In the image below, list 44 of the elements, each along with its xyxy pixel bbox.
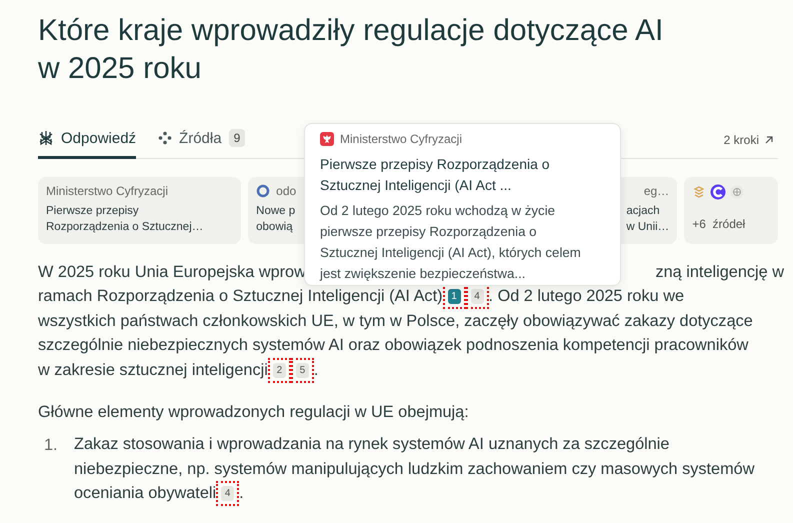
source-card[interactable]: Ministerstwo Cyfryzacji Pierwsze przepisy Rozporządzenia o Sztucznej… — [38, 177, 242, 244]
source-title: Pierwsze przepisy Rozporządzenia o Sztucznej… — [46, 204, 204, 235]
popup-snippet: Od 2 lutego 2025 roku wchodzą w życie pierwsze przepisy Rozporządzenia o Sztucznej Inteligencji (AI Act), których celem jest zwiększenie bezpieczeństwa... — [320, 202, 582, 283]
c-logo-icon — [710, 184, 726, 200]
answer-text: w zakresie sztucznej inteligencji — [38, 360, 268, 380]
source-title: acjach w Unii… — [626, 204, 670, 235]
source-card[interactable]: +6 źródeł — [684, 177, 778, 244]
source-name: Ministerstwo Cyfryzacji — [340, 132, 462, 146]
arrow-icon — [764, 135, 774, 145]
source-name: eg… — [644, 184, 670, 198]
answer-text: . — [239, 484, 244, 504]
citation-badge[interactable]: 4 — [221, 486, 234, 502]
source-name: odo — [276, 184, 296, 198]
answer-text: szczególnie niebezpiecznych systemów AI oraz obowiązek podnoszenia kompetencji pracowników — [38, 336, 748, 356]
answer-text: wszystkich państwach członkowskich UE, w tym w Polsce, zaczęły obowiązywać zakazy dotyczące — [38, 312, 753, 331]
answer-text: W 2025 roku Unia Europejska wprow — [38, 262, 306, 282]
dots-icon — [158, 131, 172, 145]
answer-text: oceniania obywateli — [74, 484, 216, 504]
list-number: 1. — [43, 434, 59, 456]
answer-text: niebezpieczne, np. systemów manipulujących ludzkim zachowaniem czy masowych systemów — [74, 460, 754, 479]
citation-badge[interactable]: 5 — [296, 362, 309, 378]
answer-text: . — [314, 360, 318, 380]
citation-badge[interactable]: 2 — [272, 362, 286, 378]
answer-text: . Od 2 lutego 2025 roku we — [488, 287, 684, 306]
answer-text: zną inteligencję w — [655, 262, 784, 282]
answer-text: Główne elementy wprowadzonych regulacji w UE obejmują: — [38, 402, 470, 422]
source-title: Nowe p obowią — [256, 204, 296, 235]
popup-title[interactable]: Pierwsze przepisy Rozporządzenia o Sztucznej Inteligencji (AI Act ... — [320, 154, 590, 196]
eagle-icon — [320, 132, 334, 146]
more-sources-label: +6 źródeł — [692, 217, 746, 231]
ring-icon — [256, 184, 270, 198]
spark-icon — [38, 130, 54, 146]
citation-badge[interactable]: 4 — [470, 289, 484, 304]
tab[interactable]: Odpowiedź — [38, 122, 136, 158]
steps-link[interactable]: 2 kroki — [724, 133, 774, 147]
source-name: Ministerstwo Cyfryzacji — [46, 184, 168, 198]
answer-text: ramach Rozporządzenia o Sztucznej Inteligencji (AI Act) — [38, 287, 443, 306]
globe-icon — [730, 185, 744, 199]
page-title: Które kraje wprowadziły regulacje dotyczące AI w 2025 roku — [38, 13, 664, 87]
layers-icon — [692, 185, 706, 199]
count-badge: 9 — [228, 129, 246, 147]
answer-text: Zakaz stosowania i wprowadzania na rynek systemów AI uznanych za szczególnie — [74, 435, 670, 454]
citation-badge[interactable]: 1 — [448, 289, 461, 304]
tab[interactable]: Źródła 9 — [158, 122, 246, 158]
